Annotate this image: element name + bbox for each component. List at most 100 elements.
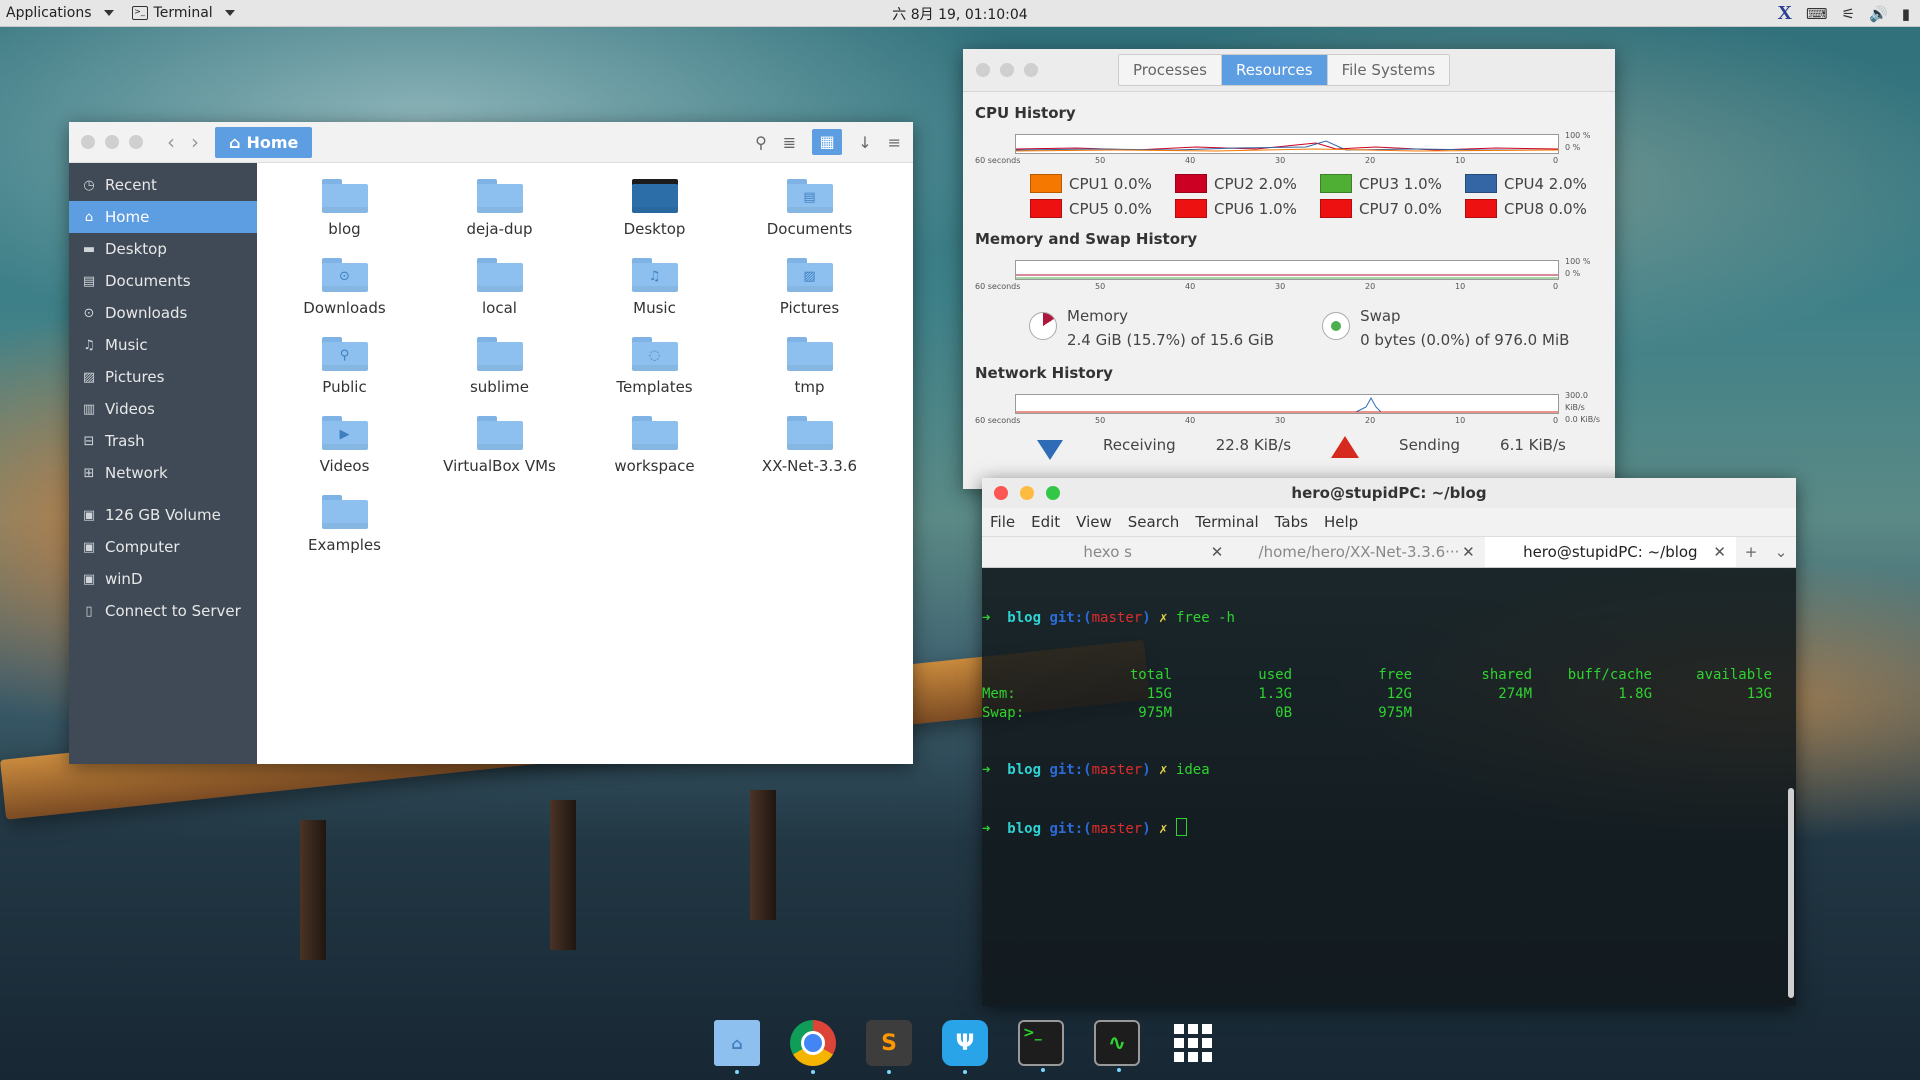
sidebar-item-pictures[interactable]: ▨ Pictures <box>69 361 257 393</box>
file-item[interactable]: ◌ Templates <box>577 333 732 412</box>
file-item[interactable]: tmp <box>732 333 887 412</box>
sidebar-item-home[interactable]: ⌂ Home <box>69 201 257 233</box>
tab-resources[interactable]: Resources <box>1221 55 1328 85</box>
close-icon[interactable]: ✕ <box>1713 543 1726 561</box>
free-cell: 12G <box>1386 686 1412 702</box>
sidebar-item-documents[interactable]: ▤ Documents <box>69 265 257 297</box>
memory-pie-icon[interactable] <box>1029 312 1057 340</box>
file-item[interactable]: ▶ Videos <box>267 412 422 491</box>
sidebar-item-recent[interactable]: ◷ Recent <box>69 169 257 201</box>
search-icon[interactable]: ⚲ <box>755 133 767 152</box>
file-item[interactable]: deja-dup <box>422 175 577 254</box>
dock-app-grid[interactable] <box>1170 1020 1216 1066</box>
dock-terminal[interactable]: >_ <box>1018 1020 1064 1072</box>
sidebar-item-wind[interactable]: ▣ winD <box>69 563 257 595</box>
file-item[interactable]: blog <box>267 175 422 254</box>
list-view-icon[interactable]: ≣ <box>783 133 796 152</box>
terminal-tab[interactable]: /home/hero/XX-Net-3.3.6··· ✕ <box>1233 537 1484 567</box>
menu-icon[interactable]: ≡ <box>888 133 901 152</box>
terminal-scrollbar[interactable] <box>1788 788 1794 998</box>
dock: ⌂ S Ψ >_ ∿ <box>714 1020 1216 1074</box>
dock-sublime[interactable]: S <box>866 1020 912 1074</box>
terminal-tab-active[interactable]: hero@stupidPC: ~/blog ✕ <box>1484 537 1736 567</box>
dock-telegram[interactable]: Ψ <box>942 1020 988 1074</box>
volume-icon[interactable]: 🔊 <box>1869 5 1888 23</box>
file-item[interactable]: VirtualBox VMs <box>422 412 577 491</box>
clock-icon: ◷ <box>83 177 95 193</box>
file-item[interactable]: ▤ Documents <box>732 175 887 254</box>
minimize-button[interactable] <box>105 135 119 149</box>
maximize-button[interactable] <box>129 135 143 149</box>
menu-help[interactable]: Help <box>1324 513 1358 531</box>
close-icon[interactable]: ✕ <box>1462 543 1475 561</box>
menu-search[interactable]: Search <box>1128 513 1180 531</box>
menu-edit[interactable]: Edit <box>1031 513 1060 531</box>
new-tab-icon[interactable]: + <box>1745 543 1758 561</box>
file-item[interactable]: ⚲ Public <box>267 333 422 412</box>
file-item[interactable]: local <box>422 254 577 333</box>
menu-tabs[interactable]: Tabs <box>1275 513 1308 531</box>
swap-pie-icon[interactable] <box>1322 312 1351 340</box>
close-button[interactable] <box>976 63 990 77</box>
sort-down-icon[interactable]: ↓ <box>858 133 871 152</box>
cpu-color-swatch[interactable] <box>1465 174 1497 193</box>
file-item[interactable]: Desktop <box>577 175 732 254</box>
file-name: Pictures <box>779 299 840 317</box>
minimize-button[interactable] <box>1000 63 1014 77</box>
file-item[interactable]: ♫ Music <box>577 254 732 333</box>
network-icon[interactable]: ⚟ <box>1842 5 1855 23</box>
path-home-button[interactable]: ⌂ Home <box>215 126 313 158</box>
file-item[interactable]: sublime <box>422 333 577 412</box>
menu-view[interactable]: View <box>1076 513 1112 531</box>
grid-view-icon[interactable]: ▦ <box>812 129 843 155</box>
cpu-color-swatch[interactable] <box>1465 199 1497 218</box>
sidebar-item-desktop[interactable]: ▬ Desktop <box>69 233 257 265</box>
file-item[interactable]: workspace <box>577 412 732 491</box>
close-button[interactable] <box>81 135 95 149</box>
battery-icon[interactable]: ▮ <box>1902 5 1910 23</box>
sidebar-item-computer[interactable]: ▣ Computer <box>69 531 257 563</box>
cpu-color-swatch[interactable] <box>1030 199 1062 218</box>
swap-value: 0 bytes (0.0%) of 976.0 MiB <box>1360 331 1570 349</box>
sidebar-item-trash[interactable]: ⊟ Trash <box>69 425 257 457</box>
file-item[interactable]: XX-Net-3.3.6 <box>732 412 887 491</box>
sidebar-item-connect-to-server[interactable]: ▯ Connect to Server <box>69 595 257 627</box>
chevron-down-icon[interactable]: ⌄ <box>1775 543 1788 561</box>
applications-menu[interactable]: Applications <box>6 5 114 21</box>
tab-processes[interactable]: Processes <box>1119 55 1222 85</box>
maximize-button[interactable] <box>1024 63 1038 77</box>
file-item[interactable]: ▨ Pictures <box>732 254 887 333</box>
sidebar-item-downloads[interactable]: ⊙ Downloads <box>69 297 257 329</box>
cpu-color-swatch[interactable] <box>1320 174 1352 193</box>
xx-net-icon[interactable]: X <box>1777 2 1791 25</box>
tab-file-systems[interactable]: File Systems <box>1327 55 1450 85</box>
close-icon[interactable]: ✕ <box>1211 543 1224 561</box>
memory-graph-lines <box>1016 274 1558 279</box>
dock-system-monitor[interactable]: ∿ <box>1094 1020 1140 1072</box>
cpu-color-swatch[interactable] <box>1030 174 1062 193</box>
cpu-color-swatch[interactable] <box>1320 199 1352 218</box>
file-item[interactable]: Examples <box>267 491 422 570</box>
cpu-color-swatch[interactable] <box>1175 174 1207 193</box>
prompt-arrow: ➜ <box>982 821 991 837</box>
terminal-tab[interactable]: hexo s ✕ <box>982 537 1233 567</box>
cpu-label: CPU6 1.0% <box>1214 199 1297 218</box>
prompt-branch: master <box>1091 762 1143 778</box>
sidebar-item-126-gb-volume[interactable]: ▣ 126 GB Volume <box>69 499 257 531</box>
dock-files[interactable]: ⌂ <box>714 1020 760 1074</box>
menu-terminal[interactable]: Terminal <box>1195 513 1258 531</box>
network-history-title: Network History <box>975 364 1113 382</box>
clock[interactable]: 六 8月 19, 01:10:04 <box>892 4 1027 24</box>
back-arrow-icon[interactable]: ‹ <box>167 130 175 154</box>
sidebar-item-network[interactable]: ⊞ Network <box>69 457 257 489</box>
sidebar-item-music[interactable]: ♫ Music <box>69 329 257 361</box>
forward-arrow-icon[interactable]: › <box>191 130 199 154</box>
terminal-output[interactable]: ➜ blog git:(master) ✗ free -h total used f… <box>982 568 1796 877</box>
menu-file[interactable]: File <box>990 513 1015 531</box>
file-item[interactable]: ⊙ Downloads <box>267 254 422 333</box>
sidebar-item-videos[interactable]: ▥ Videos <box>69 393 257 425</box>
keyboard-icon[interactable]: ⌨ <box>1806 5 1828 23</box>
dock-chrome[interactable] <box>790 1020 836 1074</box>
cpu-color-swatch[interactable] <box>1175 199 1207 218</box>
terminal-app-menu[interactable]: >_ Terminal <box>131 5 235 21</box>
